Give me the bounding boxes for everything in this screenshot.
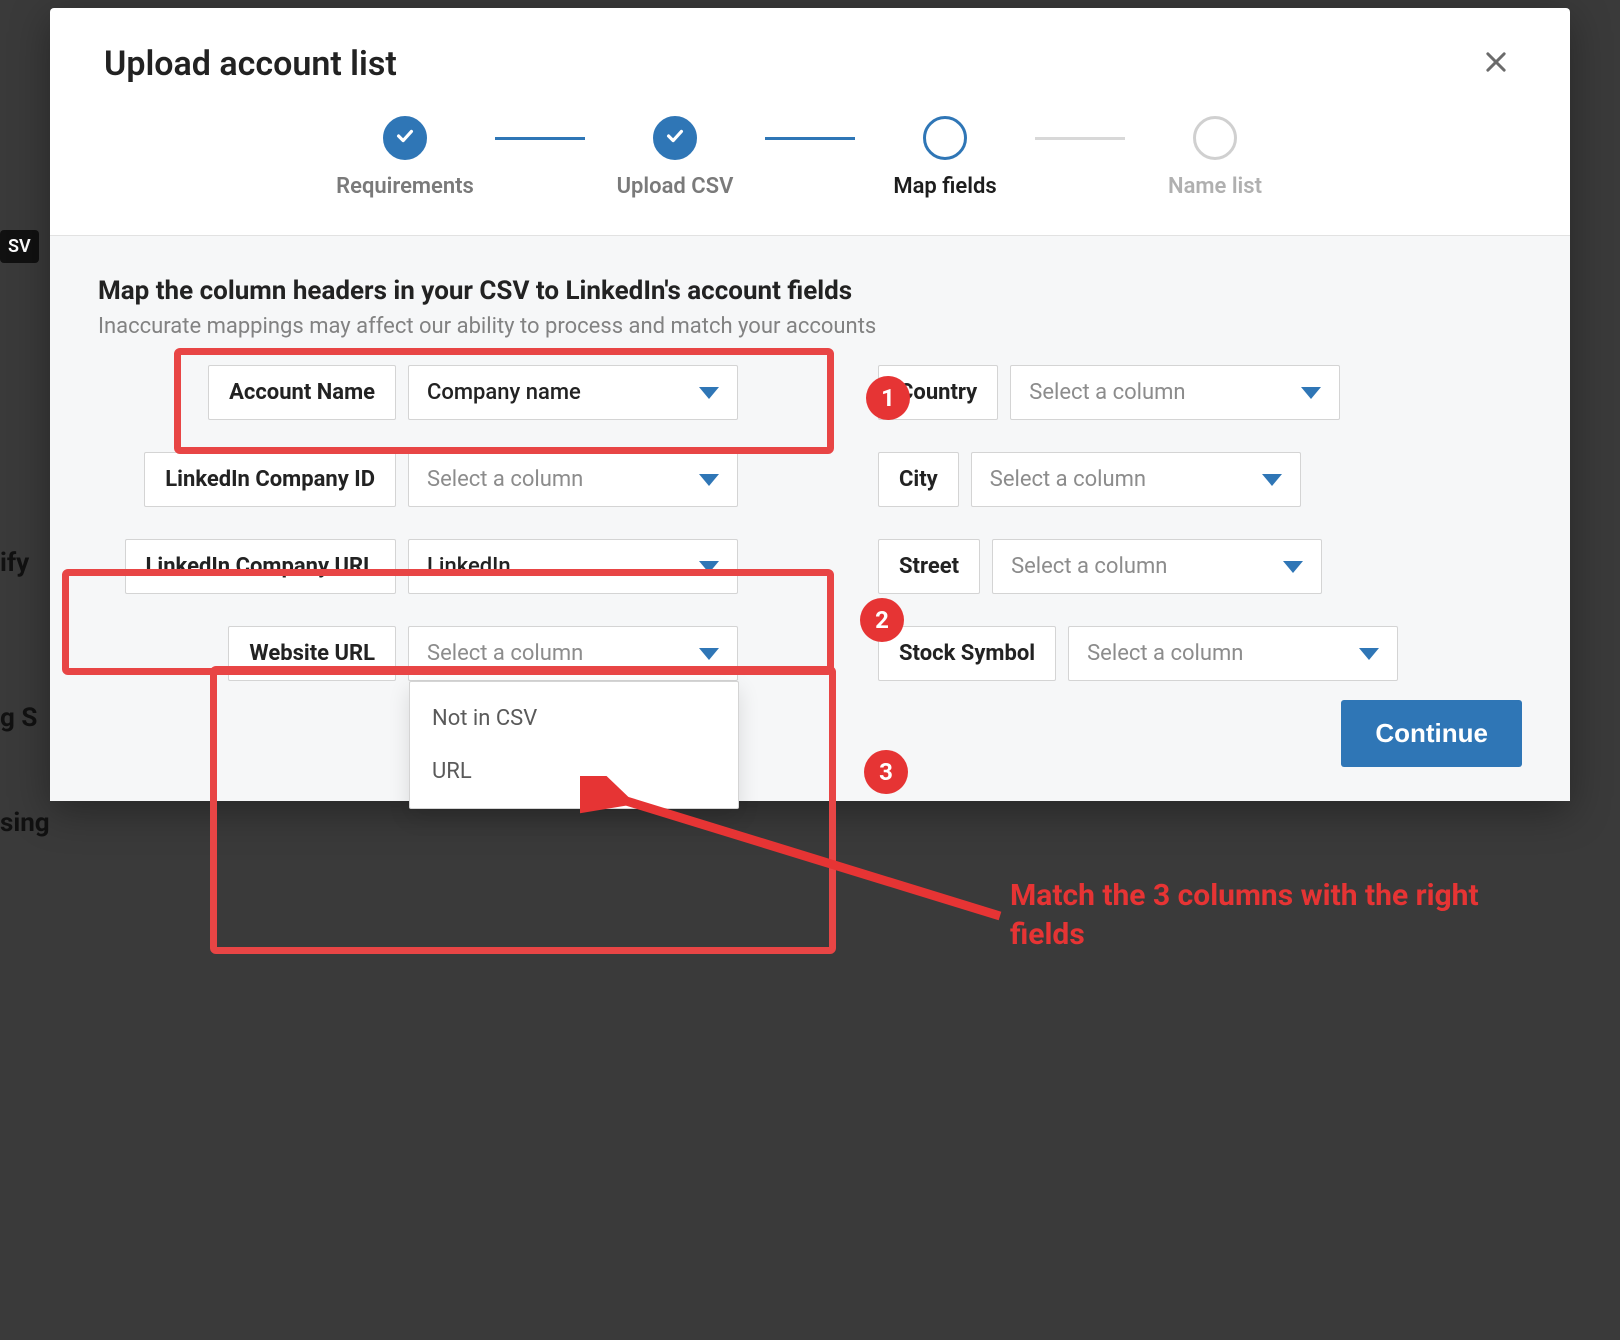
bg-text-3: sing bbox=[0, 800, 50, 846]
body-heading: Map the column headers in your CSV to Li… bbox=[98, 276, 1522, 306]
close-icon bbox=[1482, 48, 1510, 80]
map-row-street: Street Select a column bbox=[878, 539, 1522, 594]
select-country[interactable]: Select a column bbox=[1010, 365, 1340, 420]
select-placeholder: Select a column bbox=[1011, 554, 1167, 579]
stepper: Requirements Upload CSV Map fields Name … bbox=[50, 92, 1570, 235]
select-placeholder: Select a column bbox=[427, 641, 583, 666]
annotation-text: Match the 3 columns with the right field… bbox=[1010, 876, 1510, 954]
map-row-stock-symbol: Stock Symbol Select a column bbox=[878, 626, 1522, 681]
map-row-country: Country Select a column bbox=[878, 365, 1522, 420]
chevron-down-icon bbox=[1301, 387, 1321, 399]
bg-text-2: g S bbox=[0, 695, 37, 741]
step-label: Map fields bbox=[893, 174, 996, 199]
modal-body: Map the column headers in your CSV to Li… bbox=[50, 235, 1570, 801]
select-value: LinkedIn bbox=[427, 554, 511, 579]
step-circle-pending bbox=[1193, 116, 1237, 160]
step-label: Upload CSV bbox=[617, 174, 734, 199]
select-street[interactable]: Select a column bbox=[992, 539, 1322, 594]
select-placeholder: Select a column bbox=[990, 467, 1146, 492]
field-label-linkedin-company-id: LinkedIn Company ID bbox=[144, 452, 396, 507]
map-row-linkedin-company-id: LinkedIn Company ID Select a column bbox=[98, 452, 738, 507]
field-label-website-url: Website URL bbox=[228, 626, 396, 681]
select-linkedin-company-id[interactable]: Select a column bbox=[408, 452, 738, 507]
bg-chip: SV bbox=[0, 230, 39, 263]
step-circle-done bbox=[653, 116, 697, 160]
select-placeholder: Select a column bbox=[1029, 380, 1185, 405]
step-circle-done bbox=[383, 116, 427, 160]
map-row-city: City Select a column bbox=[878, 452, 1522, 507]
step-upload-csv: Upload CSV bbox=[585, 116, 765, 199]
field-label-account-name: Account Name bbox=[208, 365, 396, 420]
dropdown-item-url[interactable]: URL bbox=[410, 745, 738, 798]
chevron-down-icon bbox=[699, 648, 719, 660]
select-website-url[interactable]: Select a column Not in CSV URL bbox=[408, 626, 738, 681]
chevron-down-icon bbox=[699, 387, 719, 399]
chevron-down-icon bbox=[1359, 648, 1379, 660]
annotation-badge-3: 3 bbox=[864, 750, 908, 794]
select-linkedin-company-url[interactable]: LinkedIn bbox=[408, 539, 738, 594]
step-label: Name list bbox=[1168, 174, 1262, 199]
select-value: Company name bbox=[427, 380, 581, 405]
close-button[interactable] bbox=[1476, 44, 1516, 84]
map-row-account-name: Account Name Company name bbox=[98, 365, 738, 420]
select-account-name[interactable]: Company name bbox=[408, 365, 738, 420]
dropdown-website-url: Not in CSV URL bbox=[409, 681, 739, 809]
bg-text-1: ify bbox=[0, 540, 29, 586]
map-row-website-url: Website URL Select a column Not in CSV U… bbox=[98, 626, 738, 681]
step-circle-active bbox=[923, 116, 967, 160]
check-icon bbox=[664, 125, 686, 151]
continue-button[interactable]: Continue bbox=[1341, 700, 1522, 767]
modal-title: Upload account list bbox=[104, 44, 397, 84]
step-label: Requirements bbox=[336, 174, 474, 199]
field-label-stock-symbol: Stock Symbol bbox=[878, 626, 1056, 681]
mapping-grid: Account Name Company name Country Select… bbox=[98, 365, 1522, 681]
step-requirements: Requirements bbox=[315, 116, 495, 199]
chevron-down-icon bbox=[1283, 561, 1303, 573]
select-stock-symbol[interactable]: Select a column bbox=[1068, 626, 1398, 681]
step-name-list: Name list bbox=[1125, 116, 1305, 199]
upload-modal: Upload account list Requirements bbox=[50, 8, 1570, 801]
step-connector bbox=[765, 137, 855, 140]
chevron-down-icon bbox=[699, 474, 719, 486]
field-label-city: City bbox=[878, 452, 959, 507]
select-placeholder: Select a column bbox=[427, 467, 583, 492]
step-connector bbox=[495, 137, 585, 140]
step-connector bbox=[1035, 137, 1125, 140]
select-placeholder: Select a column bbox=[1087, 641, 1243, 666]
dropdown-item-not-in-csv[interactable]: Not in CSV bbox=[410, 692, 738, 745]
chevron-down-icon bbox=[699, 561, 719, 573]
map-row-linkedin-company-url: LinkedIn Company URL LinkedIn bbox=[98, 539, 738, 594]
chevron-down-icon bbox=[1262, 474, 1282, 486]
field-label-street: Street bbox=[878, 539, 980, 594]
select-city[interactable]: Select a column bbox=[971, 452, 1301, 507]
body-subheading: Inaccurate mappings may affect our abili… bbox=[98, 314, 1522, 339]
field-label-country: Country bbox=[878, 365, 998, 420]
check-icon bbox=[394, 125, 416, 151]
field-label-linkedin-company-url: LinkedIn Company URL bbox=[125, 539, 397, 594]
step-map-fields: Map fields bbox=[855, 116, 1035, 199]
modal-header: Upload account list bbox=[50, 8, 1570, 92]
